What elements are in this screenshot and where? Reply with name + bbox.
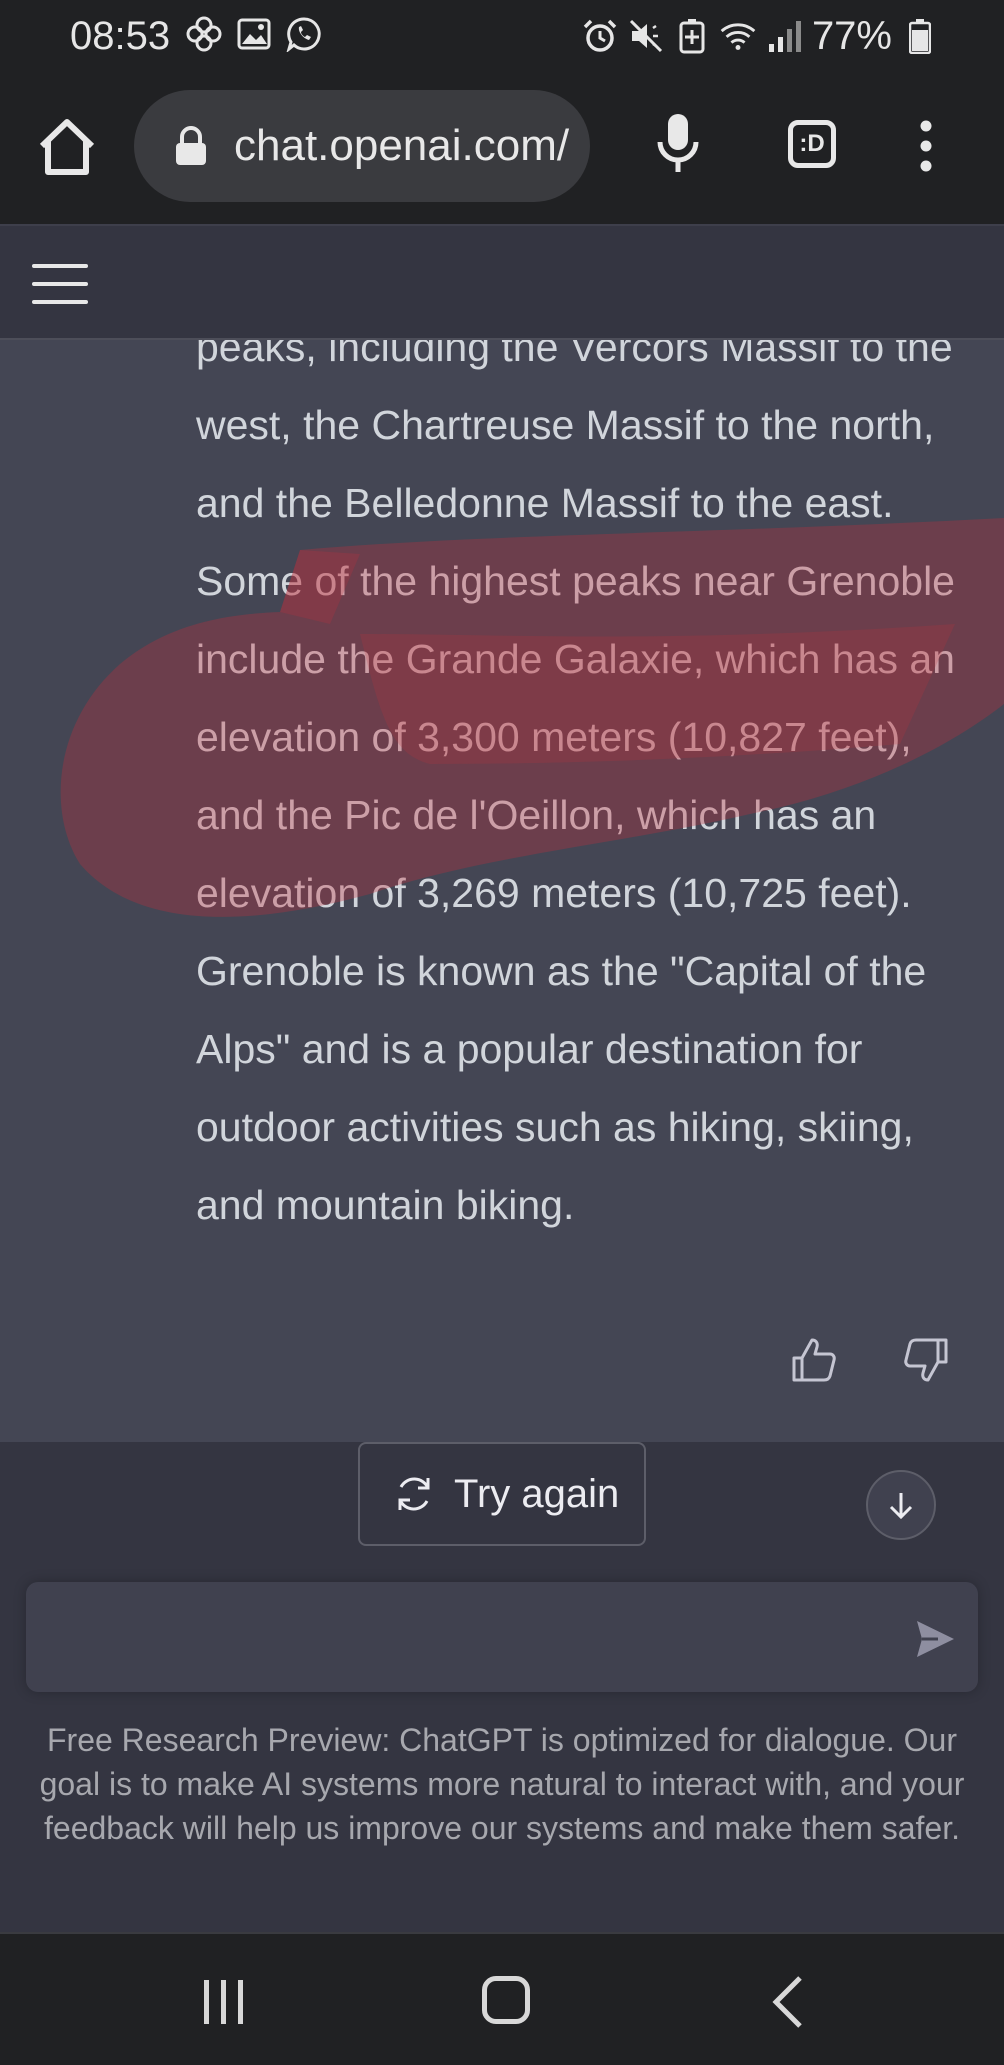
address-bar[interactable]: chat.openai.com/ xyxy=(134,90,590,202)
thumbs-up-button[interactable] xyxy=(790,1336,838,1384)
wifi-icon xyxy=(720,16,756,56)
gallery-icon xyxy=(236,14,272,54)
back-button[interactable] xyxy=(770,1974,806,2030)
microphone-icon xyxy=(657,114,699,172)
browser-toolbar: chat.openai.com/ :D xyxy=(0,72,1004,224)
try-again-button[interactable]: Try again xyxy=(358,1442,646,1546)
send-button[interactable] xyxy=(914,1618,956,1660)
assistant-message: peaks, including the Vercors Massif to t… xyxy=(0,340,1004,1442)
send-icon xyxy=(917,1621,954,1657)
system-home-button[interactable] xyxy=(482,1976,530,2024)
thumbs-down-button[interactable] xyxy=(902,1336,950,1384)
thumbs-up-icon xyxy=(792,1338,836,1382)
battery-icon xyxy=(902,16,938,56)
pinwheel-icon xyxy=(186,14,222,54)
alarm-icon xyxy=(582,16,618,56)
system-navigation-bar xyxy=(0,1932,1004,2065)
battery-saver-icon xyxy=(674,16,710,56)
chevron-left-icon xyxy=(772,1976,802,2028)
status-right: 77% xyxy=(582,10,938,62)
hamburger-menu-icon[interactable] xyxy=(32,264,88,304)
mute-icon xyxy=(628,16,664,56)
tab-switcher-button[interactable]: :D xyxy=(788,120,836,168)
voice-search-button[interactable] xyxy=(656,112,700,176)
refresh-icon xyxy=(398,1477,430,1511)
status-time: 08:53 xyxy=(70,14,171,58)
try-again-label: Try again xyxy=(454,1471,620,1516)
status-left-icons xyxy=(186,14,322,54)
composer-area: Try again Free Research Preview: ChatGPT… xyxy=(0,1442,1004,1932)
whatsapp-icon xyxy=(286,14,322,54)
app-header xyxy=(0,224,1004,340)
battery-percent: 77% xyxy=(811,14,892,58)
answer-text: peaks, including the Vercors Massif to t… xyxy=(196,340,955,1228)
arrow-down-icon xyxy=(889,1493,913,1520)
more-vertical-icon xyxy=(920,120,932,172)
recent-apps-button[interactable] xyxy=(202,1978,246,2026)
home-button[interactable] xyxy=(36,116,98,178)
status-bar: 08:53 77% xyxy=(0,0,1004,72)
browser-menu-button[interactable] xyxy=(914,120,938,172)
url-text: chat.openai.com/ xyxy=(234,121,570,170)
home-icon xyxy=(39,119,95,175)
thumbs-down-icon xyxy=(904,1338,948,1382)
recents-icon xyxy=(204,1980,243,2024)
disclaimer-text: Free Research Preview: ChatGPT is optimi… xyxy=(39,1722,965,1846)
signal-icon xyxy=(766,16,802,56)
message-input[interactable] xyxy=(26,1582,978,1692)
lock-icon xyxy=(174,126,208,166)
scroll-to-bottom-button[interactable] xyxy=(866,1470,936,1540)
